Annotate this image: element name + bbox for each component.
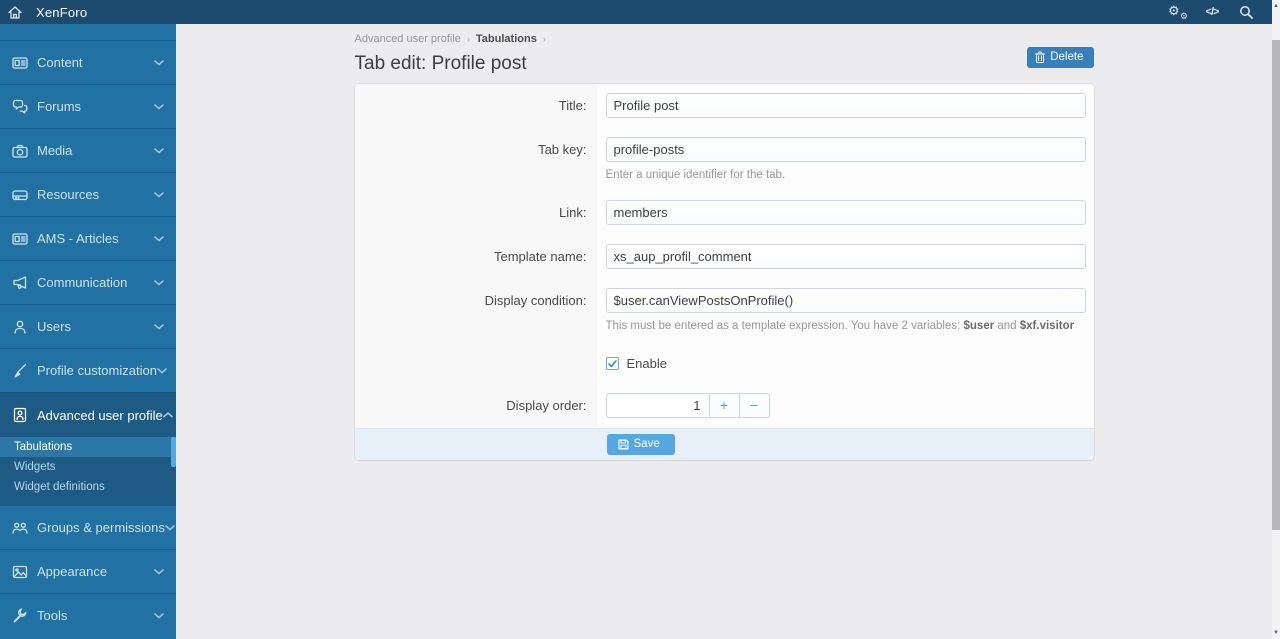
gears-icon: ⚙ ⚙ <box>1168 2 1188 21</box>
home-button[interactable] <box>0 0 30 24</box>
form-row-link: Link: <box>354 191 1094 235</box>
advanced-user-profile-icon <box>12 407 28 423</box>
sidebar-subitem-tabulations[interactable]: Tabulations <box>0 437 176 457</box>
main-content: Advanced user profile › Tabulations › Ta… <box>176 24 1272 639</box>
appearance-icon <box>12 564 28 580</box>
page-title: Tab edit: Profile post <box>354 53 527 74</box>
display-condition-label: Display condition: <box>354 279 597 342</box>
sidebar-group-advanced-user-profile: Advanced user profile Tabulations Widget… <box>0 392 176 505</box>
form-row-display-order: Display order: + − <box>354 384 1094 428</box>
chevron-down-icon <box>154 59 164 66</box>
sidebar-item-users[interactable]: Users <box>0 304 176 348</box>
breadcrumb-separator: › <box>466 33 470 44</box>
sidebar-item-advanced-user-profile[interactable]: Advanced user profile <box>0 393 176 437</box>
form-row-display-condition: Display condition: This must be entered … <box>354 279 1094 342</box>
groups-icon <box>12 520 28 536</box>
chevron-up-icon <box>162 412 173 418</box>
topbar-actions: ⚙ ⚙ </> <box>1166 0 1272 24</box>
display-condition-input[interactable] <box>605 288 1086 313</box>
save-icon <box>617 438 629 450</box>
template-name-input[interactable] <box>605 244 1086 269</box>
tab-edit-form: Title: Tab key: Enter a unique identifie… <box>354 84 1094 460</box>
resources-icon <box>12 187 28 203</box>
articles-icon <box>12 231 28 247</box>
delete-button[interactable]: Delete <box>1027 47 1094 68</box>
chevron-down-icon <box>154 612 164 619</box>
chevron-down-icon <box>154 147 164 154</box>
chevron-down-icon <box>154 568 164 575</box>
profile-customization-icon <box>12 363 28 379</box>
content-icon <box>12 55 28 71</box>
media-icon <box>12 143 28 159</box>
template-name-label: Template name: <box>354 235 597 279</box>
tab-key-hint: Enter a unique identifier for the tab. <box>605 169 786 181</box>
link-input[interactable] <box>605 200 1086 225</box>
sidebar-item-tools[interactable]: Tools <box>0 593 176 637</box>
link-label: Link: <box>354 191 597 235</box>
sidebar-item-forums[interactable]: Forums <box>0 84 176 128</box>
title-input[interactable] <box>605 93 1086 118</box>
app-brand[interactable]: XenForo <box>36 5 87 20</box>
form-row-title: Title: <box>354 84 1094 128</box>
chevron-down-icon <box>157 367 167 374</box>
code-icon: </> <box>1205 6 1220 18</box>
sidebar-item-resources[interactable]: Resources <box>0 172 176 216</box>
tab-key-input[interactable] <box>605 137 1086 162</box>
chevron-down-icon <box>154 323 164 330</box>
save-button[interactable]: Save <box>606 434 675 455</box>
top-bar: XenForo ⚙ ⚙ </> <box>0 0 1272 24</box>
breadcrumb: Advanced user profile › Tabulations › <box>355 31 1094 46</box>
title-label: Title: <box>354 84 597 128</box>
form-row-template-name: Template name: <box>354 235 1094 279</box>
search-button[interactable] <box>1234 0 1258 24</box>
sidebar: Content Forums Media Resources AMS - Art… <box>0 24 176 639</box>
display-order-label: Display order: <box>354 384 597 428</box>
breadcrumb-tabulations[interactable]: Tabulations <box>476 33 537 45</box>
breadcrumb-separator: › <box>542 33 546 44</box>
sidebar-item-media[interactable]: Media <box>0 128 176 172</box>
enable-label: Enable <box>626 356 667 371</box>
display-order-input[interactable] <box>605 393 710 418</box>
chevron-down-icon <box>165 524 175 531</box>
gears-button[interactable]: ⚙ ⚙ <box>1166 0 1190 24</box>
sidebar-item-appearance[interactable]: Appearance <box>0 549 176 593</box>
users-icon <box>12 319 28 335</box>
sidebar-item-groups-permissions[interactable]: Groups & permissions <box>0 505 176 549</box>
tab-key-label: Tab key: <box>354 128 597 191</box>
tools-icon <box>12 607 28 624</box>
check-icon <box>607 359 617 367</box>
home-icon <box>8 5 22 19</box>
scroll-up-arrow[interactable]: ▲ <box>1272 1 1280 11</box>
sidebar-item-content[interactable]: Content <box>0 40 176 84</box>
forums-icon <box>12 99 28 115</box>
communication-icon <box>12 275 28 291</box>
trash-icon <box>1035 51 1046 63</box>
form-row-tab-key: Tab key: Enter a unique identifier for t… <box>354 128 1094 191</box>
sidebar-subitem-widgets[interactable]: Widgets <box>0 457 176 477</box>
chevron-down-icon <box>154 235 164 242</box>
sidebar-item-communication[interactable]: Communication <box>0 260 176 304</box>
decrement-button[interactable]: − <box>739 393 770 418</box>
form-row-enable: Enable <box>354 342 1094 384</box>
chevron-down-icon <box>154 191 164 198</box>
sidebar-item-ams-articles[interactable]: AMS - Articles <box>0 216 176 260</box>
form-footer: Save <box>354 428 1094 460</box>
code-button[interactable]: </> <box>1200 0 1224 24</box>
chevron-down-icon <box>154 279 164 286</box>
increment-button[interactable]: + <box>709 393 740 418</box>
enable-checkbox-row[interactable]: Enable <box>605 351 1094 374</box>
display-condition-hint: This must be entered as a template expre… <box>605 320 1075 332</box>
sidebar-subitem-widget-definitions[interactable]: Widget definitions <box>0 477 176 497</box>
breadcrumb-advanced-user-profile[interactable]: Advanced user profile <box>355 33 461 45</box>
scrollbar-thumb[interactable] <box>1272 40 1280 530</box>
chevron-down-icon <box>154 103 164 110</box>
window-scrollbar[interactable]: ▲ ▼ <box>1272 0 1280 639</box>
display-order-stepper: + − <box>605 393 1094 418</box>
scroll-down-arrow[interactable]: ▼ <box>1272 628 1280 638</box>
sidebar-item-profile-customization[interactable]: Profile customization <box>0 348 176 392</box>
sidebar-scrollbar-thumb[interactable] <box>171 437 176 467</box>
enable-checkbox[interactable] <box>605 357 619 370</box>
search-icon <box>1240 6 1253 19</box>
